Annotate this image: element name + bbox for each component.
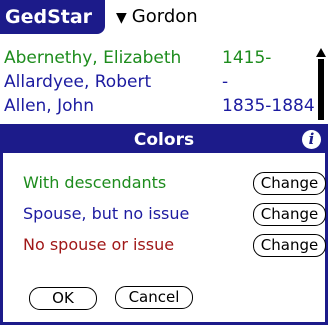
change-button-descendants[interactable]: Change [253,172,326,195]
change-button-spouse-no-issue[interactable]: Change [253,203,326,226]
person-list: Abernethy, Elizabeth 1415- Allardyee, Ro… [0,46,315,118]
ok-button[interactable]: OK [29,287,97,310]
list-item[interactable]: Abernethy, Elizabeth 1415- [0,46,312,70]
option-label-no-spouse: No spouse or issue [23,235,175,254]
scroll-up-arrow-icon[interactable] [316,48,326,57]
screen: GedStar ▼ Gordon Abernethy, Elizabeth 141… [0,0,328,325]
person-name: Allardyee, Robert [4,72,152,92]
dropdown-triangle-icon: ▼ [116,10,127,26]
dialog-header: Colors i [3,127,325,153]
change-button-no-spouse[interactable]: Change [253,234,326,257]
colors-dialog: Colors i With descendants Change Spouse,… [0,124,328,325]
option-label-spouse-no-issue: Spouse, but no issue [23,204,190,223]
app-title: GedStar [0,0,105,34]
scroll-thumb[interactable] [318,59,324,120]
dialog-title: Colors [133,130,195,150]
person-dates: - [222,72,229,92]
info-icon[interactable]: i [302,130,321,149]
person-dates: 1835-1884 [222,96,315,116]
list-item[interactable]: Allen, John 1835-1884 [0,94,315,118]
scrollbar[interactable] [316,48,326,120]
person-dates: 1415- [222,48,272,68]
person-dropdown[interactable]: ▼ Gordon [116,0,198,34]
title-bar: GedStar ▼ Gordon [0,0,328,34]
option-label-descendants: With descendants [23,173,167,192]
dropdown-label: Gordon [131,6,198,27]
list-item[interactable]: Allardyee, Robert - [0,70,312,94]
cancel-button[interactable]: Cancel [115,286,193,309]
person-name: Allen, John [4,96,95,116]
person-name: Abernethy, Elizabeth [4,48,182,68]
